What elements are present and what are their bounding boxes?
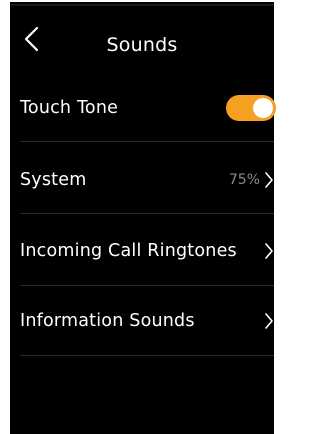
- toggle-knob: [253, 97, 273, 118]
- header-bar: Sounds: [10, 4, 274, 68]
- chevron-right-icon: [265, 312, 273, 329]
- page-title: Sounds: [106, 34, 178, 56]
- touch-tone-label: Touch Tone: [20, 97, 119, 118]
- settings-row-touch-tone: Touch Tone: [20, 74, 276, 142]
- device-screen: Sounds Touch Tone System 75% Incoming Ca…: [10, 2, 276, 434]
- settings-row-information-sounds[interactable]: Information Sounds: [20, 286, 274, 356]
- chevron-right-icon: [265, 171, 273, 188]
- touch-tone-toggle[interactable]: [226, 94, 276, 121]
- system-volume-value: 75%: [228, 171, 260, 188]
- system-label: System: [20, 169, 87, 190]
- settings-row-incoming-call-ringtones[interactable]: Incoming Call Ringtones: [20, 216, 274, 286]
- settings-row-system[interactable]: System 75%: [20, 146, 274, 214]
- chevron-right-icon: [265, 242, 273, 259]
- incoming-call-ringtones-label: Incoming Call Ringtones: [20, 240, 237, 261]
- information-sounds-label: Information Sounds: [20, 310, 195, 331]
